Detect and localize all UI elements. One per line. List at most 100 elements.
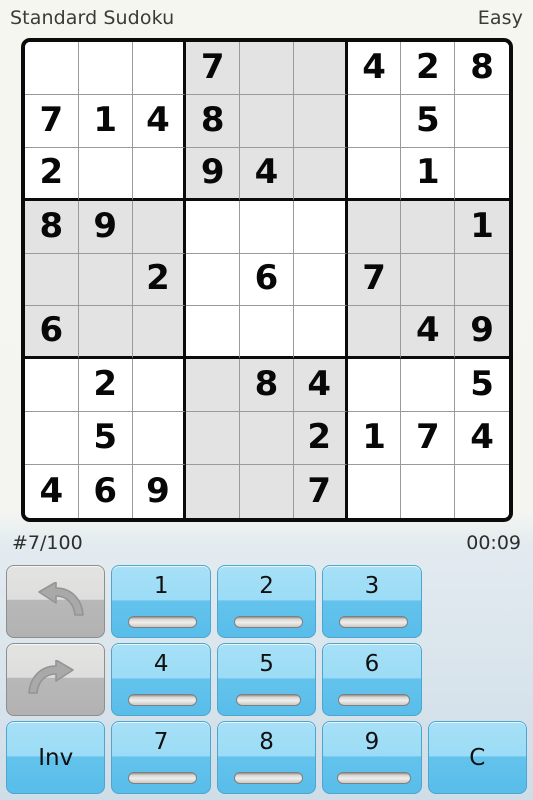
sudoku-cell-r3c4[interactable]: 9 [186,147,241,201]
sudoku-cell-r7c2[interactable]: 2 [78,359,133,413]
number-button-7[interactable]: 7 [111,721,211,794]
sudoku-cell-r6c8[interactable]: 4 [401,306,456,360]
sudoku-cell-r4c4[interactable] [186,200,241,254]
sudoku-cell-r7c3[interactable] [132,359,187,413]
number-button-9[interactable]: 9 [322,721,422,794]
sudoku-cell-r8c8[interactable]: 7 [401,412,456,466]
sudoku-cell-r9c4[interactable] [186,465,241,518]
sudoku-cell-r9c6[interactable]: 7 [293,465,348,518]
sudoku-cell-r3c7[interactable] [347,147,402,201]
sudoku-cell-r9c9[interactable] [455,465,509,518]
sudoku-cell-r5c1[interactable] [25,253,79,307]
number-button-2[interactable]: 2 [216,565,317,638]
sudoku-cell-r6c2[interactable] [78,306,133,360]
keypad[interactable]: 1 2 3 4 5 6 Inv 7 8 9 C [0,561,533,800]
sudoku-cell-r3c5[interactable]: 4 [240,147,294,201]
sudoku-cell-r1c8[interactable]: 2 [401,42,456,95]
sudoku-cell-r6c3[interactable] [132,306,187,360]
sudoku-cell-r8c1[interactable] [25,412,79,466]
sudoku-cell-r4c7[interactable] [347,200,402,254]
sudoku-cell-r7c1[interactable] [25,359,79,413]
undo-arrow-icon[interactable] [6,565,106,638]
sudoku-cell-r6c6[interactable] [293,306,348,360]
sudoku-cell-r1c1[interactable] [25,42,79,95]
number-button-4[interactable]: 4 [111,643,211,716]
sudoku-cell-r2c9[interactable] [455,94,509,148]
sudoku-cell-r9c3[interactable]: 9 [132,465,187,518]
sudoku-cell-r6c7[interactable] [347,306,402,360]
sudoku-cell-r7c7[interactable] [347,359,402,413]
sudoku-cell-r5c8[interactable] [401,253,456,307]
sudoku-cell-r1c5[interactable] [240,42,294,95]
redo-arrow-icon[interactable] [6,643,106,716]
sudoku-cell-r5c3[interactable]: 2 [132,253,187,307]
sudoku-cell-r7c4[interactable] [186,359,241,413]
sudoku-cell-r2c4[interactable]: 8 [186,94,241,148]
sudoku-cell-r3c3[interactable] [132,147,187,201]
sudoku-cell-r2c8[interactable]: 5 [401,94,456,148]
sudoku-cell-r7c9[interactable]: 5 [455,359,509,413]
sudoku-cell-r6c1[interactable]: 6 [25,306,79,360]
sudoku-cell-r7c5[interactable]: 8 [240,359,294,413]
sudoku-cell-r9c2[interactable]: 6 [78,465,133,518]
sudoku-cell-r6c5[interactable] [240,306,294,360]
sudoku-board[interactable]: 74287148529418912676492845521744697 [21,38,513,522]
sudoku-cell-r4c3[interactable] [132,200,187,254]
sudoku-cell-r4c9[interactable]: 1 [455,200,509,254]
sudoku-cell-r2c1[interactable]: 7 [25,94,79,148]
sudoku-cell-r8c5[interactable] [240,412,294,466]
sudoku-cell-r4c2[interactable]: 9 [78,200,133,254]
sudoku-cell-r3c9[interactable] [455,147,509,201]
sudoku-cell-r5c7[interactable]: 7 [347,253,402,307]
number-button-5[interactable]: 5 [216,643,317,716]
sudoku-cell-r5c9[interactable] [455,253,509,307]
sudoku-cell-r1c2[interactable] [78,42,133,95]
sudoku-cell-r9c7[interactable] [347,465,402,518]
clear-button[interactable]: C [427,721,528,794]
sudoku-cell-r8c4[interactable] [186,412,241,466]
sudoku-cell-r9c8[interactable] [401,465,456,518]
sudoku-cell-r1c3[interactable] [132,42,187,95]
sudoku-cell-r5c5[interactable]: 6 [240,253,294,307]
sudoku-cell-r1c9[interactable]: 8 [455,42,509,95]
cell-value: 1 [362,417,386,458]
number-button-3[interactable]: 3 [322,565,422,638]
cell-value: 5 [415,99,440,140]
sudoku-cell-r6c9[interactable]: 9 [455,306,509,360]
sudoku-cell-r8c6[interactable]: 2 [293,412,348,466]
sudoku-cell-r2c2[interactable]: 1 [78,94,133,148]
sudoku-cell-r4c6[interactable] [293,200,348,254]
sudoku-cell-r2c7[interactable] [347,94,402,148]
sudoku-cell-r3c1[interactable]: 2 [25,147,79,201]
sudoku-cell-r2c6[interactable] [293,94,348,148]
sudoku-cell-r8c3[interactable] [132,412,187,466]
sudoku-cell-r1c4[interactable]: 7 [186,42,241,95]
sudoku-cell-r1c6[interactable] [293,42,348,95]
sudoku-cell-r5c4[interactable] [186,253,241,307]
invert-button[interactable]: Inv [6,721,106,794]
sudoku-cell-r4c5[interactable] [240,200,294,254]
number-button-8[interactable]: 8 [216,721,317,794]
number-button-6[interactable]: 6 [322,643,422,716]
remaining-count-bar [128,616,198,628]
sudoku-cell-r2c3[interactable]: 4 [132,94,187,148]
number-button-1[interactable]: 1 [111,565,211,638]
sudoku-cell-r9c1[interactable]: 4 [25,465,79,518]
sudoku-cell-r7c6[interactable]: 4 [293,359,348,413]
sudoku-cell-r3c6[interactable] [293,147,348,201]
sudoku-cell-r4c1[interactable]: 8 [25,200,79,254]
sudoku-cell-r5c6[interactable] [293,253,348,307]
sudoku-cell-r2c5[interactable] [240,94,294,148]
sudoku-cell-r1c7[interactable]: 4 [347,42,402,95]
sudoku-cell-r9c5[interactable] [240,465,294,518]
sudoku-cell-r5c2[interactable] [78,253,133,307]
sudoku-cell-r6c4[interactable] [186,306,241,360]
sudoku-cell-r4c8[interactable] [401,200,456,254]
sudoku-cell-r7c8[interactable] [401,359,456,413]
sudoku-grid[interactable]: 74287148529418912676492845521744697 [25,42,509,518]
sudoku-cell-r3c8[interactable]: 1 [401,147,456,201]
sudoku-cell-r8c9[interactable]: 4 [455,412,509,466]
sudoku-cell-r8c7[interactable]: 1 [347,412,402,466]
sudoku-cell-r3c2[interactable] [78,147,133,201]
sudoku-cell-r8c2[interactable]: 5 [78,412,133,466]
